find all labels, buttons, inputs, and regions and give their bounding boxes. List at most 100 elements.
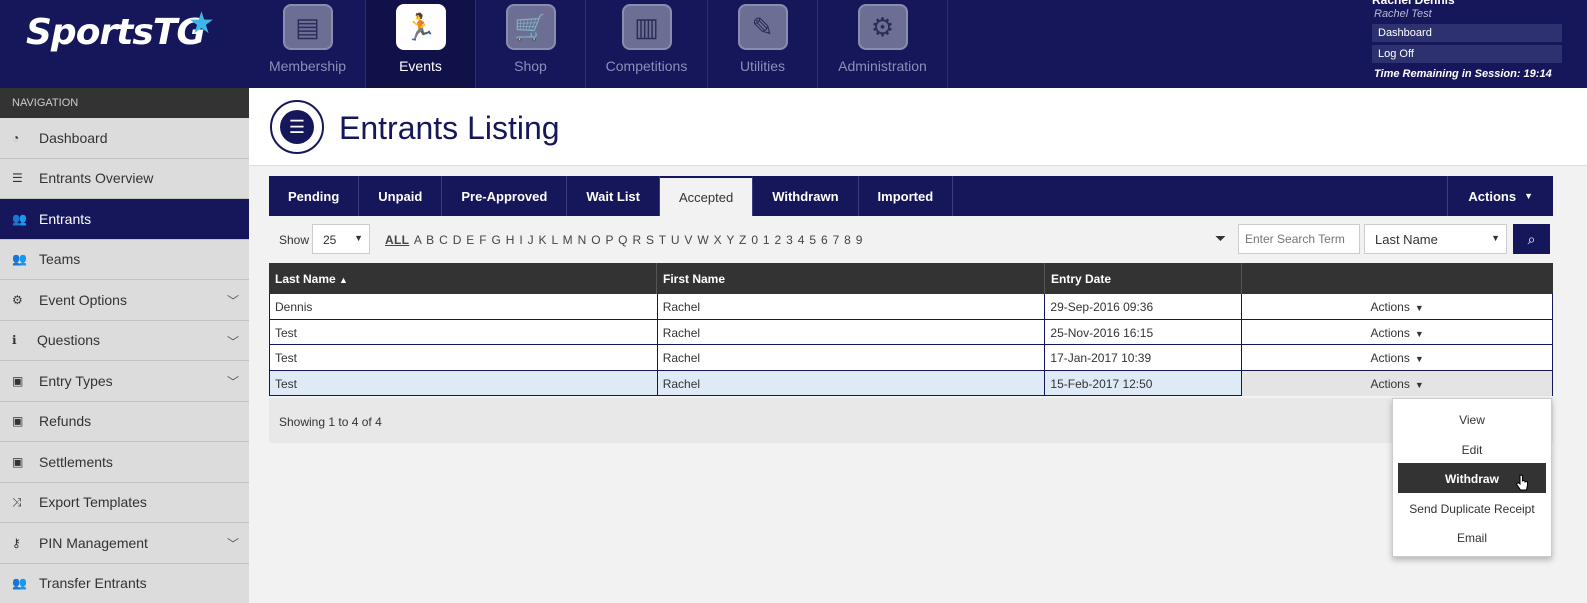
tab-accepted[interactable]: Accepted [660, 176, 754, 216]
col-first-name[interactable]: First Name [657, 263, 1045, 294]
sidebar-item-label: PIN Management [39, 534, 148, 551]
title-bar: ☰ Entrants Listing [249, 88, 1587, 166]
tabs-actions-button[interactable]: Actions ▼ [1447, 176, 1553, 216]
row-actions-button[interactable]: Actions ▼ [1242, 294, 1554, 319]
chevron-down-icon: ﹀ [226, 334, 239, 349]
search-button[interactable]: ⌕ [1513, 224, 1550, 254]
tabs-actions-label: Actions [1468, 188, 1517, 204]
table-row: Test Rachel 25-Nov-2016 16:15 Actions ▼ [269, 319, 1554, 345]
dropdown-arrow-icon: ▼ [1491, 233, 1500, 243]
table-header: Last Name ▲ First Name Entry Date [269, 263, 1553, 294]
tab-withdrawn[interactable]: Withdrawn [753, 176, 859, 216]
star-icon: ★ [188, 6, 215, 41]
tab-pending[interactable]: Pending [269, 176, 360, 216]
menu-item-edit[interactable]: Edit [1398, 434, 1546, 464]
user-name: Rachel Dennis [1372, 0, 1562, 6]
tab-imported[interactable]: Imported [859, 176, 954, 216]
sidebar-item-questions[interactable]: ℹ Questions ﹀ [0, 320, 249, 361]
topnav-utilities[interactable]: ✎ Utilities [708, 0, 818, 88]
sidebar-item-label: Export Templates [39, 494, 147, 511]
users-icon: 👥 [12, 252, 27, 267]
sidebar-heading: NAVIGATION [0, 88, 249, 118]
caret-down-icon: ▼ [1524, 191, 1533, 201]
caret-down-icon: ▼ [1414, 303, 1424, 313]
cell-first-name: Rachel [658, 345, 1046, 370]
sort-icon: ▲ [339, 275, 348, 285]
col-actions [1242, 263, 1553, 294]
logoff-link[interactable]: Log Off [1372, 45, 1562, 63]
menu-item-view[interactable]: View [1398, 404, 1546, 434]
chevron-down-icon: ﹀ [226, 375, 239, 389]
col-entry-date[interactable]: Entry Date [1045, 263, 1242, 294]
col-last-name[interactable]: Last Name ▲ [269, 263, 657, 294]
money-icon: ▣ [12, 454, 24, 469]
sidebar-item-pin-management[interactable]: ⚷ PIN Management ﹀ [0, 523, 249, 564]
sidebar-item-entrants[interactable]: 👥 Entrants [0, 199, 249, 240]
shuffle-icon: ⤨ [12, 494, 22, 509]
topnav-label: Competitions [605, 58, 688, 74]
cell-entry-date: 15-Feb-2017 12:50 [1045, 370, 1243, 396]
sidebar-item-entrants-overview[interactable]: ☰ Entrants Overview [0, 158, 249, 199]
alphabet-filter[interactable]: ALL A B C D E F G H I J K L M N O P Q R … [385, 233, 863, 247]
info-icon: ℹ [12, 333, 17, 348]
sidebar-item-entry-types[interactable]: ▣ Entry Types ﹀ [0, 361, 249, 402]
menu-item-send-duplicate-receipt[interactable]: Send Duplicate Receipt [1398, 493, 1546, 523]
hand-cursor-icon [1515, 474, 1528, 491]
row-actions-button[interactable]: Actions ▼ [1242, 345, 1554, 370]
caret-down-icon: ▼ [1414, 379, 1424, 390]
row-actions-button[interactable]: Actions ▼ [1242, 370, 1554, 396]
topnav-shop[interactable]: 🛒 Shop [476, 0, 586, 88]
sidebar-item-transfer-entrants[interactable]: 👥 Transfer Entrants [0, 563, 249, 603]
topnav-administration[interactable]: ⚙ Administration [818, 0, 948, 88]
topnav-membership[interactable]: ▤ Membership [250, 0, 366, 88]
tab-unpaid[interactable]: Unpaid [359, 176, 443, 216]
user-panel: Rachel Dennis Rachel Test Dashboard Log … [1372, 0, 1562, 80]
sportstg-logo[interactable]: SportsTG ★ [26, 6, 215, 53]
topnav-label: Membership [268, 58, 347, 74]
row-actions-label: Actions [1370, 300, 1410, 314]
table-row: Test Rachel 17-Jan-2017 10:39 Actions ▼ [269, 345, 1554, 371]
cell-last-name: Test [270, 345, 658, 370]
sidebar-item-settlements[interactable]: ▣ Settlements [0, 442, 249, 483]
cell-last-name: Dennis [270, 294, 658, 319]
search-icon: ⌕ [1527, 230, 1536, 247]
alpha-all-link[interactable]: ALL [385, 233, 409, 247]
menu-item-email[interactable]: Email [1398, 522, 1546, 552]
sidebar-item-refunds[interactable]: ▣ Refunds [0, 401, 249, 442]
row-actions-label: Actions [1370, 376, 1410, 391]
sidebar-item-label: Transfer Entrants [39, 575, 147, 592]
user-subtitle: Rachel Test [1374, 8, 1432, 20]
topnav-competitions[interactable]: ▥ Competitions [586, 0, 708, 88]
tab-pre-approved[interactable]: Pre-Approved [442, 176, 568, 216]
sidebar-item-export-templates[interactable]: ⤨ Export Templates [0, 482, 249, 523]
session-timer: Time Remaining in Session: 19:14 [1374, 68, 1552, 80]
sidebar-item-label: Refunds [39, 413, 92, 430]
money-icon: ▣ [12, 414, 24, 429]
row-actions-button[interactable]: Actions ▼ [1242, 319, 1554, 345]
entrants-table: Last Name ▲ First Name Entry Date Dennis… [269, 263, 1554, 396]
search-input[interactable] [1238, 224, 1360, 254]
money-icon: ▣ [12, 373, 24, 388]
search-field-select[interactable]: Last Name ▼ [1364, 224, 1507, 254]
chevron-down-icon: ﹀ [226, 537, 239, 551]
alpha-letter-links[interactable]: A B C D E F G H I J K L M N O P Q R S T … [414, 233, 863, 247]
cell-first-name: Rachel [658, 294, 1046, 319]
page-size-select[interactable]: 25 ▼ [312, 224, 370, 254]
cell-last-name: Test [270, 370, 658, 396]
sidebar-item-label: Event Options [39, 291, 127, 308]
cell-first-name: Rachel [658, 319, 1046, 345]
sidebar-item-label: Entrants [39, 210, 92, 227]
sidebar-item-event-options[interactable]: ⚙ Event Options ﹀ [0, 280, 249, 321]
table-row: Test Rachel 15-Feb-2017 12:50 Actions ▼ [269, 370, 1554, 396]
row-actions-label: Actions [1370, 351, 1410, 365]
list-circle-icon: ☰ [270, 100, 324, 154]
search-field-value: Last Name [1375, 232, 1438, 247]
sidebar-item-teams[interactable]: 👥 Teams [0, 239, 249, 280]
topnav-events[interactable]: 🏃 Events [366, 0, 476, 88]
sidebar-item-dashboard[interactable]: ◔ Dashboard [0, 118, 249, 159]
tab-wait-list[interactable]: Wait List [567, 176, 660, 216]
main-content: ☰ Entrants Listing Pending Unpaid Pre-Ap… [249, 88, 1587, 603]
cell-entry-date: 29-Sep-2016 09:36 [1045, 294, 1243, 319]
user-dashboard-link[interactable]: Dashboard [1372, 24, 1562, 42]
cell-entry-date: 17-Jan-2017 10:39 [1045, 345, 1243, 370]
